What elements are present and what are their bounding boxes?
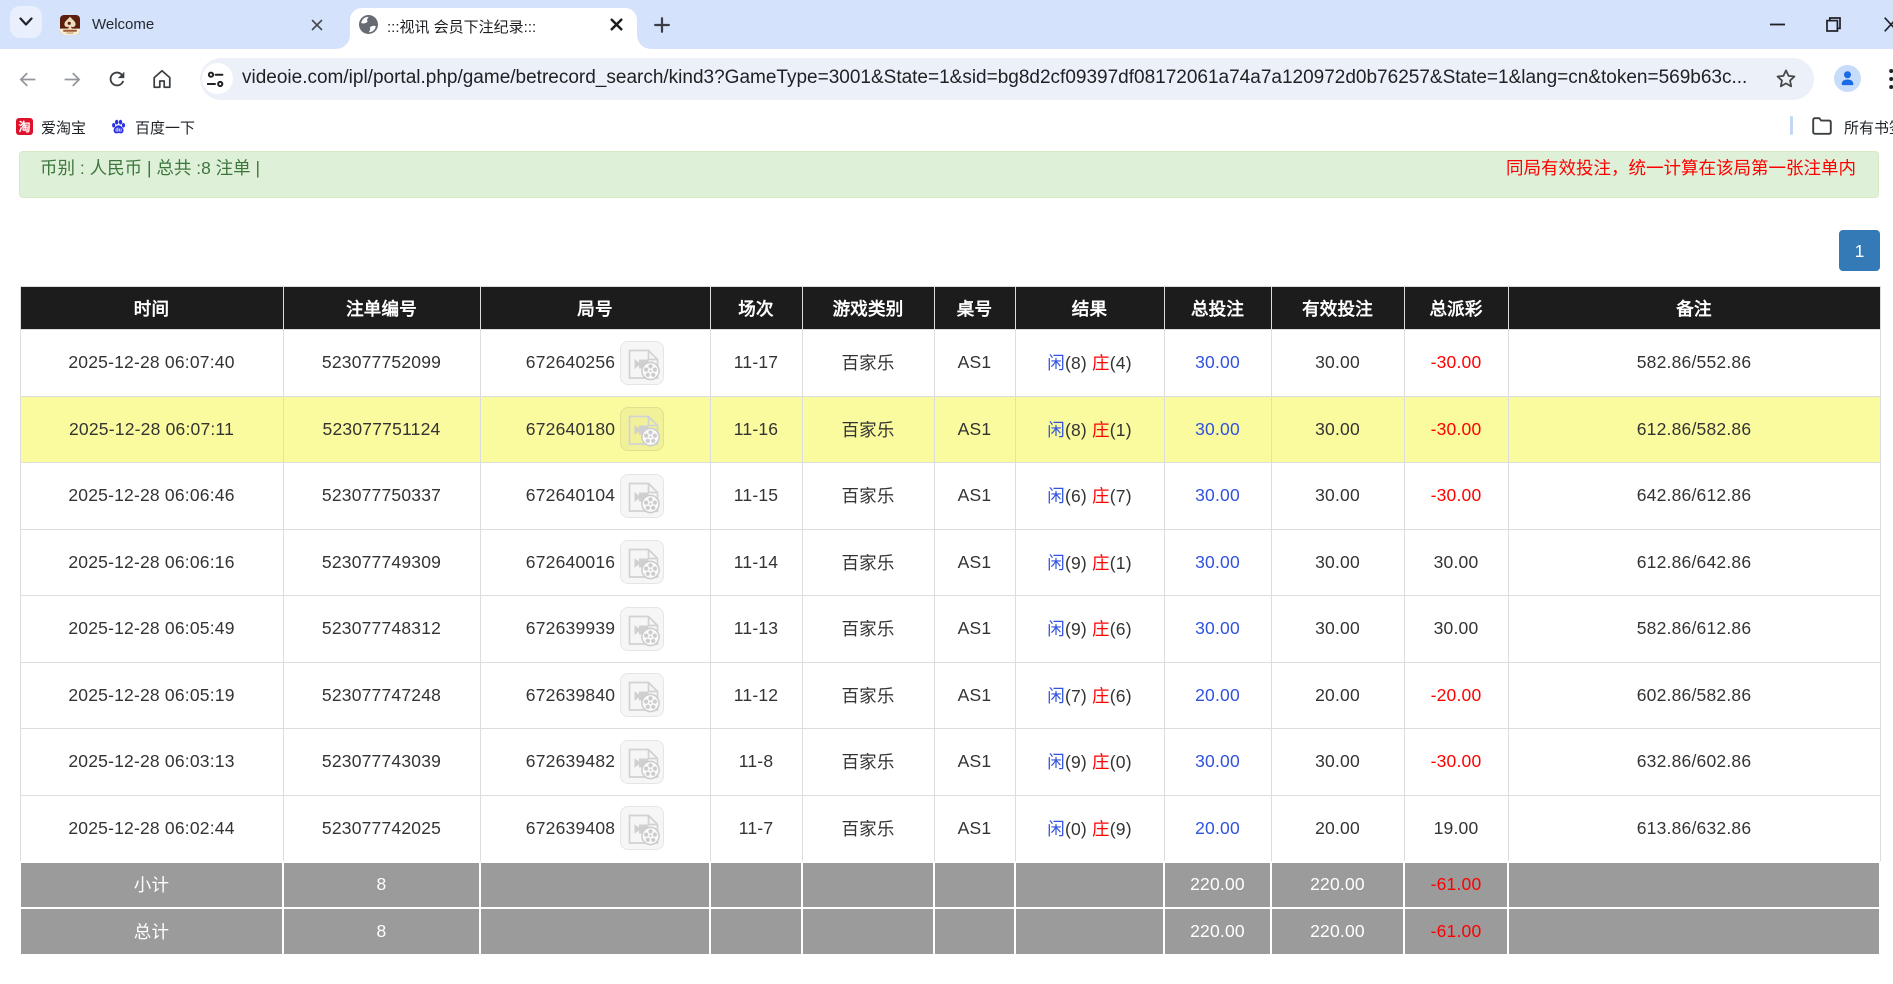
svg-text:du: du: [115, 128, 121, 134]
svg-text:淘: 淘: [18, 119, 30, 134]
